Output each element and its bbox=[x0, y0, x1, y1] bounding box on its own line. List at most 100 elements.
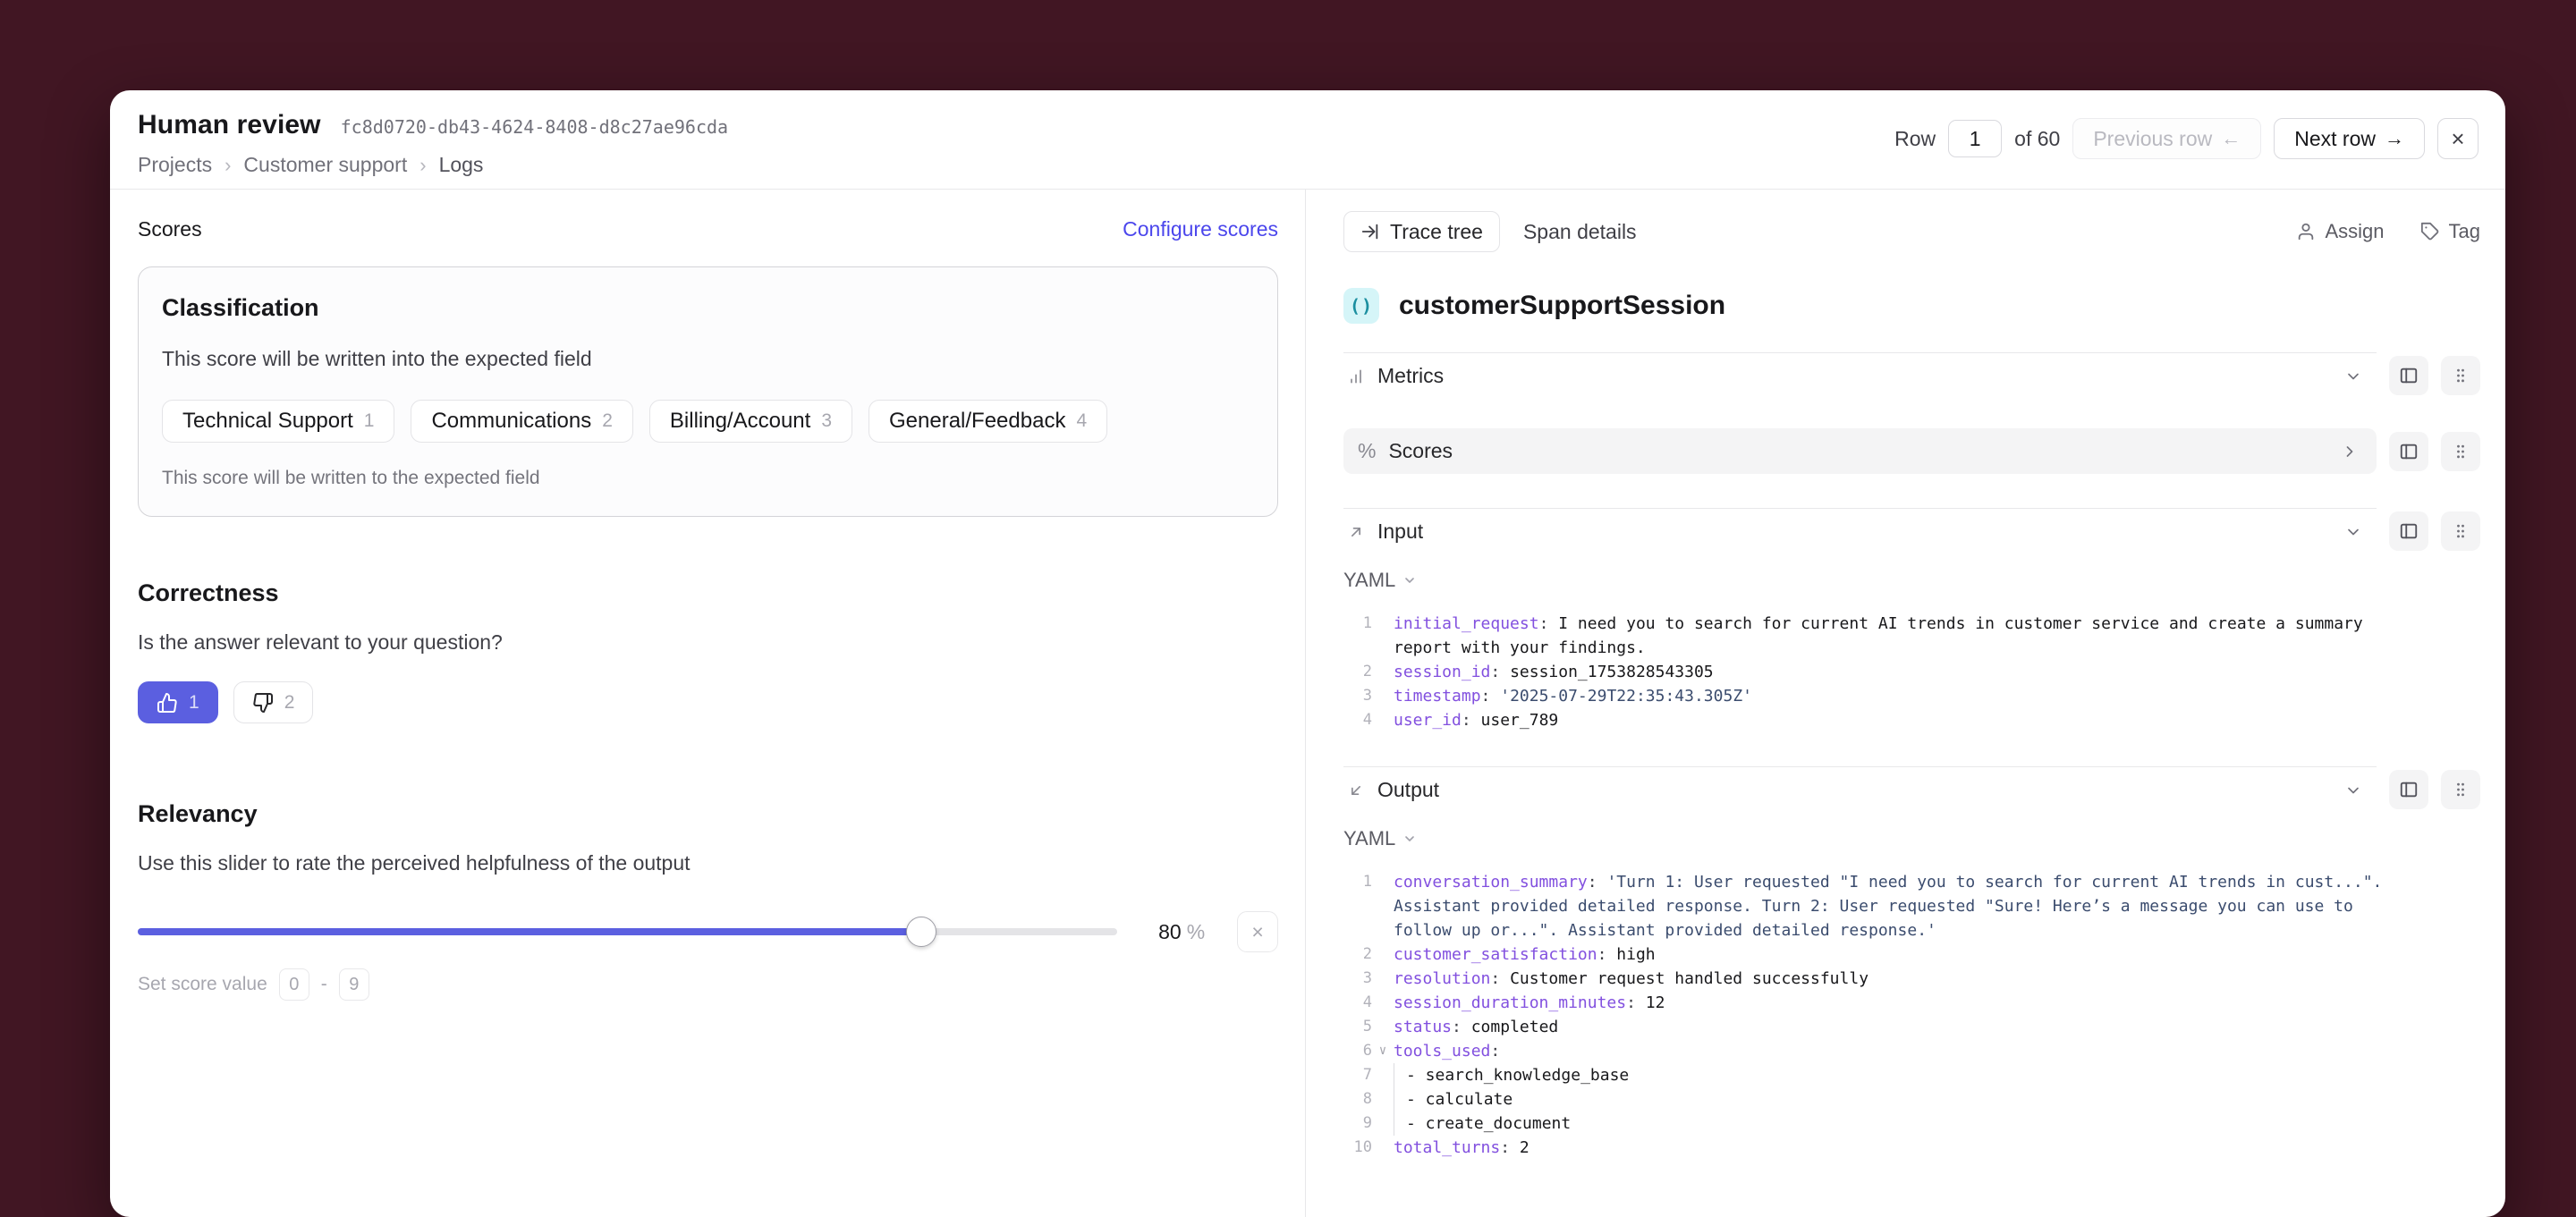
thumbs-down-shortcut: 2 bbox=[284, 692, 295, 714]
code-text: resolution: Customer request handled suc… bbox=[1394, 967, 2480, 991]
breadcrumb-customer-support[interactable]: Customer support bbox=[243, 153, 407, 177]
user-icon bbox=[2296, 222, 2316, 241]
close-button[interactable]: × bbox=[2437, 118, 2479, 159]
tag-button[interactable]: Tag bbox=[2420, 220, 2480, 243]
line-number: 9 bbox=[1343, 1111, 1372, 1136]
code-text: initial_request: I need you to search fo… bbox=[1394, 612, 2480, 636]
split-view-button[interactable] bbox=[2389, 432, 2428, 471]
bar-chart-icon bbox=[1347, 368, 1365, 385]
row-total: of 60 bbox=[2014, 127, 2060, 151]
drag-handle-button[interactable] bbox=[2441, 511, 2480, 551]
output-header[interactable]: Output bbox=[1343, 766, 2377, 813]
code-text: conversation_summary: 'Turn 1: User requ… bbox=[1394, 870, 2480, 894]
classification-option-general-feedback[interactable]: General/Feedback4 bbox=[869, 400, 1107, 443]
metrics-header[interactable]: Metrics bbox=[1343, 352, 2377, 399]
chevron-right-icon[interactable] bbox=[2341, 443, 2359, 461]
input-format-select[interactable]: YAML bbox=[1343, 569, 1417, 592]
drag-handle-button[interactable] bbox=[2441, 770, 2480, 809]
chevron-down-icon[interactable] bbox=[2344, 523, 2362, 541]
split-view-button[interactable] bbox=[2389, 356, 2428, 395]
line-number: 3 bbox=[1343, 684, 1372, 708]
chevron-down-icon[interactable] bbox=[2344, 368, 2362, 385]
code-line: report with your findings. bbox=[1343, 636, 2480, 660]
code-line: 3timestamp: '2025-07-29T22:35:43.305Z' bbox=[1343, 684, 2480, 708]
line-number: 1 bbox=[1343, 870, 1372, 894]
option-label: Communications bbox=[431, 409, 591, 434]
relevancy-slider[interactable] bbox=[138, 928, 1117, 935]
input-header[interactable]: Input bbox=[1343, 508, 2377, 554]
clear-icon: × bbox=[1251, 920, 1263, 944]
output-format-select[interactable]: YAML bbox=[1343, 827, 1417, 850]
classification-title: Classification bbox=[162, 294, 1254, 322]
next-row-button[interactable]: Next row → bbox=[2274, 118, 2425, 159]
classification-option-billing-account[interactable]: Billing/Account3 bbox=[649, 400, 852, 443]
drag-dots-icon bbox=[2452, 443, 2470, 461]
row-number-input[interactable] bbox=[1948, 120, 2002, 157]
breadcrumb: Projects › Customer support › Logs bbox=[138, 153, 728, 177]
code-line: 3resolution: Customer request handled su… bbox=[1343, 967, 2480, 991]
output-section: Output bbox=[1343, 766, 2480, 813]
details-toolbar: Trace tree Span details Assign Tag bbox=[1343, 211, 2480, 252]
fold-gutter bbox=[1372, 1136, 1394, 1160]
slider-value: 80% bbox=[1158, 920, 1205, 944]
code-text: total_turns: 2 bbox=[1394, 1136, 2480, 1160]
format-label: YAML bbox=[1343, 827, 1395, 850]
assign-label: Assign bbox=[2325, 220, 2384, 243]
trace-tree-button[interactable]: Trace tree bbox=[1343, 211, 1500, 252]
split-view-button[interactable] bbox=[2389, 511, 2428, 551]
fold-gutter bbox=[1372, 1063, 1394, 1087]
line-number: 6 bbox=[1343, 1039, 1372, 1063]
hint-label: Set score value bbox=[138, 974, 267, 995]
code-text: - create_document bbox=[1394, 1111, 2480, 1136]
configure-scores-link[interactable]: Configure scores bbox=[1123, 217, 1278, 241]
fold-gutter bbox=[1372, 660, 1394, 684]
tag-icon bbox=[2420, 222, 2440, 241]
fold-gutter bbox=[1372, 684, 1394, 708]
classification-option-technical-support[interactable]: Technical Support1 bbox=[162, 400, 394, 443]
line-number: 10 bbox=[1343, 1136, 1372, 1160]
scores-header[interactable]: % Scores bbox=[1343, 428, 2377, 474]
scores-label: Scores bbox=[1388, 439, 1453, 463]
previous-row-button[interactable]: Previous row ← bbox=[2072, 118, 2261, 159]
input-code-block: 1initial_request: I need you to search f… bbox=[1343, 612, 2480, 732]
drag-dots-icon bbox=[2452, 522, 2470, 540]
code-line: 6∨tools_used: bbox=[1343, 1039, 2480, 1063]
indent-guide bbox=[1394, 1063, 1406, 1087]
drag-handle-button[interactable] bbox=[2441, 432, 2480, 471]
option-label: Technical Support bbox=[182, 409, 353, 434]
code-line: 4session_duration_minutes: 12 bbox=[1343, 991, 2480, 1015]
close-icon: × bbox=[2451, 125, 2464, 153]
slider-value-unit: % bbox=[1187, 920, 1205, 943]
chevron-down-icon bbox=[1402, 573, 1417, 587]
drag-handle-button[interactable] bbox=[2441, 356, 2480, 395]
tab-span-details[interactable]: Span details bbox=[1523, 220, 1637, 244]
classification-options: Technical Support1 Communications2 Billing… bbox=[162, 400, 1254, 443]
clear-score-button[interactable]: × bbox=[1237, 911, 1278, 952]
correctness-description: Is the answer relevant to your question? bbox=[138, 630, 1278, 655]
code-text: follow up or...". Assistant provided det… bbox=[1394, 918, 2480, 942]
thumbs-up-button[interactable]: 1 bbox=[138, 681, 218, 723]
fold-gutter bbox=[1372, 1111, 1394, 1136]
thumbs-down-button[interactable]: 2 bbox=[233, 681, 314, 723]
option-label: Billing/Account bbox=[670, 409, 810, 434]
slider-thumb[interactable] bbox=[906, 917, 936, 947]
code-text: customer_satisfaction: high bbox=[1394, 942, 2480, 967]
split-view-button[interactable] bbox=[2389, 770, 2428, 809]
breadcrumb-projects[interactable]: Projects bbox=[138, 153, 212, 177]
fold-gutter bbox=[1372, 870, 1394, 894]
output-code-block: 1 conversation_summary: 'Turn 1: User req… bbox=[1343, 870, 2480, 1160]
breadcrumb-logs[interactable]: Logs bbox=[439, 153, 484, 177]
line-number bbox=[1343, 918, 1372, 942]
header-left: Human review fc8d0720-db43-4624-8408-d8c… bbox=[138, 110, 728, 189]
classification-option-communications[interactable]: Communications2 bbox=[411, 400, 632, 443]
chevron-down-icon[interactable] bbox=[2344, 782, 2362, 799]
columns-icon bbox=[2399, 780, 2419, 799]
row-navigation: Row of 60 Previous row ← Next row → × bbox=[1894, 117, 2479, 160]
fold-gutter bbox=[1372, 894, 1394, 918]
assign-button[interactable]: Assign bbox=[2296, 220, 2384, 243]
fold-gutter bbox=[1372, 636, 1394, 660]
fold-chevron-icon[interactable]: ∨ bbox=[1372, 1039, 1394, 1063]
output-label: Output bbox=[1377, 778, 1439, 802]
trace-tree-label: Trace tree bbox=[1390, 220, 1483, 244]
details-panel: Trace tree Span details Assign Tag bbox=[1306, 190, 2505, 1217]
